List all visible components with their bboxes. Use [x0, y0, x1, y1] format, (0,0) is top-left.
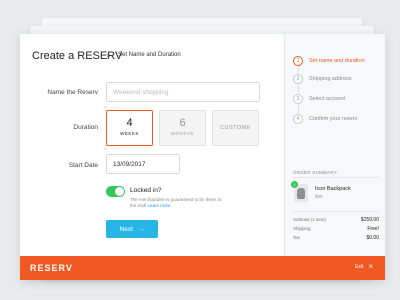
reserv-dialog: Create a RESERV › Set Name and Duration …	[20, 34, 385, 280]
step-label: Confirm your reserv	[309, 116, 358, 122]
start-date-label: Start Date	[68, 162, 98, 169]
step-label: Select account	[309, 96, 346, 102]
form-panel: Create a RESERV › Set Name and Duration …	[20, 34, 284, 256]
duration-weeks-option[interactable]: 4 WEEKS	[106, 110, 153, 146]
subtotal-row: Subtotal (1 item) $259.00	[293, 217, 379, 223]
summary-divider	[293, 177, 379, 178]
step-connector	[298, 84, 299, 93]
locked-in-title: Locked in?	[130, 187, 162, 194]
arrow-right-icon: →	[137, 225, 145, 233]
locked-in-desc-text: The merchandise is guaranteed to be ther…	[130, 197, 222, 208]
duration-custom-option[interactable]: CUSTOME	[212, 110, 259, 146]
shipping-label: Shipping	[293, 226, 311, 231]
subtotal-label: Subtotal (1 item)	[293, 217, 327, 222]
toggle-knob	[115, 187, 124, 196]
subtotal-value: $259.00	[360, 217, 379, 223]
breadcrumb-separator: ›	[106, 50, 109, 60]
backpack-icon	[297, 188, 305, 199]
footer-bar: RESERV Exit ×	[20, 256, 385, 280]
step-account[interactable]: 3 Select account	[293, 94, 345, 104]
next-button[interactable]: Next →	[106, 220, 158, 238]
quantity-badge: 1	[291, 181, 298, 188]
order-summary-heading: ORDER SUMMARY	[293, 170, 338, 175]
duration-label: Duration	[73, 124, 98, 131]
start-date-input[interactable]: 13/09/2017	[106, 154, 180, 174]
shipping-value: Free!	[367, 226, 379, 232]
next-button-label: Next	[119, 225, 133, 233]
step-connector	[298, 104, 299, 113]
duration-custom-unit: CUSTOME	[220, 125, 251, 131]
shipping-row: Shipping Free!	[293, 226, 379, 232]
step-number: 3	[293, 94, 303, 104]
step-shipping[interactable]: 2 Shipping address	[293, 74, 352, 84]
tax-value: $0.00	[366, 235, 379, 241]
brand-logo: RESERV	[30, 263, 73, 273]
tax-label: Tax	[293, 235, 301, 240]
step-connector	[298, 66, 299, 73]
exit-label: Exit	[354, 264, 364, 270]
learn-more-link[interactable]: Learn more	[148, 203, 171, 208]
exit-button[interactable]: Exit ×	[354, 262, 373, 271]
locked-in-toggle[interactable]	[106, 186, 125, 197]
step-number: 1	[293, 56, 303, 66]
product-name: Icon Backpack	[315, 186, 351, 192]
summary-divider	[293, 211, 379, 212]
duration-months-number: 6	[179, 117, 186, 129]
name-label: Name the Reserv	[47, 89, 98, 96]
product-price: $99	[315, 194, 323, 199]
step-label: Shipping address	[309, 76, 352, 82]
step-set-name[interactable]: 1 Set name and duration	[293, 56, 365, 66]
step-number: 4	[293, 114, 303, 124]
reserv-name-input[interactable]: Weekend shopping	[106, 82, 260, 102]
step-number: 2	[293, 74, 303, 84]
close-icon: ×	[368, 262, 373, 271]
breadcrumb: Set Name and Duration	[118, 52, 181, 58]
duration-weeks-number: 4	[126, 117, 133, 129]
steps-sidebar: 1 Set name and duration 2 Shipping addre…	[284, 34, 385, 256]
duration-weeks-unit: WEEKS	[120, 131, 139, 136]
locked-in-description: The merchandise is guaranteed to be ther…	[130, 197, 225, 209]
duration-months-option[interactable]: 6 MONTHS	[159, 110, 206, 146]
tax-row: Tax $0.00	[293, 235, 379, 241]
step-confirm[interactable]: 4 Confirm your reserv	[293, 114, 357, 124]
step-label: Set name and duration	[309, 58, 365, 64]
duration-months-unit: MONTHS	[171, 131, 194, 136]
